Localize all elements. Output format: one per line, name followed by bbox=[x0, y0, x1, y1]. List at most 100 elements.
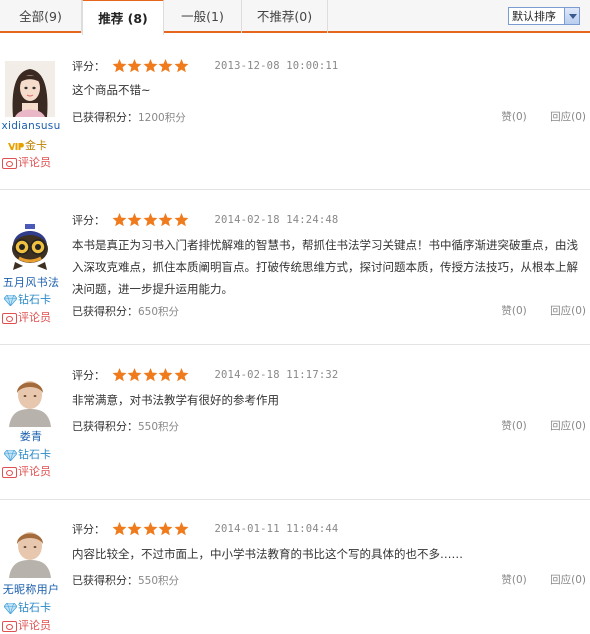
vip-gold-icon bbox=[8, 143, 24, 150]
tab-recommended-count: (8) bbox=[127, 11, 148, 26]
star-rating bbox=[112, 213, 190, 227]
tab-not-recommended-label: 不推荐 bbox=[256, 9, 295, 24]
points-label: 已获得积分： bbox=[72, 420, 138, 433]
reviewer-name[interactable]: xidiansusu bbox=[0, 120, 62, 132]
star-icon bbox=[112, 368, 126, 382]
default-avatar-icon[interactable] bbox=[5, 371, 55, 427]
like-button[interactable]: 赞(0) bbox=[501, 303, 526, 318]
rating-label: 评分： bbox=[72, 523, 105, 536]
tab-all[interactable]: 全部(9) bbox=[0, 0, 82, 33]
member-card-badge: 金卡 bbox=[8, 137, 64, 153]
review-text: 内容比较全，不过市面上，中小学书法教育的书比这个写的具体的也不多…… bbox=[72, 547, 463, 561]
review-actions: 赞(0) 回应(0) bbox=[501, 109, 586, 124]
reviewer-role-badge: 评论员 bbox=[2, 154, 60, 170]
points-value: 650积分 bbox=[138, 306, 180, 318]
rating-row: 评分： 2013-12-08 10:00:11 bbox=[72, 58, 338, 74]
star-rating bbox=[112, 59, 190, 73]
star-icon bbox=[174, 59, 188, 73]
star-icon bbox=[143, 213, 157, 227]
tab-average-label: 一般 bbox=[181, 9, 207, 24]
star-icon bbox=[112, 213, 126, 227]
review-item: 无昵称用户 钻石卡 评论员 评分： 2014-01-11 11:04:44 内容… bbox=[0, 500, 590, 634]
review-actions: 赞(0) 回应(0) bbox=[501, 303, 586, 318]
tab-not-recommended[interactable]: 不推荐(0) bbox=[242, 0, 328, 33]
diamond-icon bbox=[4, 602, 17, 614]
points-value: 550积分 bbox=[138, 421, 180, 433]
reviewer-badge-icon bbox=[2, 466, 17, 478]
points-value: 550积分 bbox=[138, 575, 180, 587]
girl-avatar-icon[interactable] bbox=[5, 61, 55, 117]
review-meta: 已获得积分：1200积分 赞(0) 回应(0) bbox=[72, 109, 586, 124]
like-button[interactable]: 赞(0) bbox=[501, 418, 526, 433]
review-date: 2014-02-18 14:24:48 bbox=[214, 214, 339, 226]
review-actions: 赞(0) 回应(0) bbox=[501, 572, 586, 587]
reviewer-role-badge: 评论员 bbox=[2, 309, 60, 325]
diamond-icon bbox=[4, 294, 17, 306]
tab-all-count: (9) bbox=[44, 9, 62, 24]
diamond-icon bbox=[4, 449, 17, 461]
like-button[interactable]: 赞(0) bbox=[501, 109, 526, 124]
reviewer-role-label: 评论员 bbox=[18, 156, 51, 169]
tab-average-count: (1) bbox=[206, 9, 224, 24]
review-date: 2014-01-11 11:04:44 bbox=[214, 523, 339, 535]
reviewer-badge-icon bbox=[2, 157, 17, 169]
reply-button[interactable]: 回应(0) bbox=[550, 418, 586, 433]
reviewer-role-label: 评论员 bbox=[18, 311, 51, 324]
reviewer-badge-icon bbox=[2, 312, 17, 324]
review-actions: 赞(0) 回应(0) bbox=[501, 418, 586, 433]
star-icon bbox=[158, 522, 173, 536]
review-date: 2014-02-18 11:17:32 bbox=[214, 369, 339, 381]
member-card-label: 金卡 bbox=[25, 139, 47, 152]
like-button[interactable]: 赞(0) bbox=[501, 572, 526, 587]
star-icon bbox=[127, 59, 142, 73]
review-item: 娄青 钻石卡 评论员 评分： 2014-02-18 11:17:32 非常满意，… bbox=[0, 345, 590, 500]
star-icon bbox=[112, 522, 126, 536]
reviewer-role-label: 评论员 bbox=[18, 619, 51, 632]
member-card-badge: 钻石卡 bbox=[4, 291, 60, 307]
sort-select[interactable]: 默认排序 bbox=[508, 7, 580, 25]
star-icon bbox=[174, 213, 188, 227]
tab-recommended[interactable]: 推荐 (8) bbox=[82, 0, 164, 35]
star-icon bbox=[143, 59, 157, 73]
review-meta: 已获得积分：650积分 赞(0) 回应(0) bbox=[72, 303, 586, 318]
review-text: 非常满意，对书法教学有很好的参考作用 bbox=[72, 393, 279, 407]
star-icon bbox=[143, 522, 157, 536]
points-label: 已获得积分： bbox=[72, 305, 138, 318]
tab-average[interactable]: 一般(1) bbox=[164, 0, 242, 33]
default-avatar-icon[interactable] bbox=[5, 522, 55, 578]
star-icon bbox=[158, 368, 173, 382]
reply-button[interactable]: 回应(0) bbox=[550, 303, 586, 318]
chevron-down-icon[interactable] bbox=[564, 8, 579, 24]
star-icon bbox=[127, 368, 142, 382]
review-date: 2013-12-08 10:00:11 bbox=[214, 60, 339, 72]
review-meta: 已获得积分：550积分 赞(0) 回应(0) bbox=[72, 418, 586, 433]
rating-row: 评分： 2014-01-11 11:04:44 bbox=[72, 521, 338, 537]
rating-label: 评分： bbox=[72, 214, 105, 227]
review-item: 五月风书法 钻石卡 评论员 评分： 2014-02-18 14:24:48 本书… bbox=[0, 190, 590, 345]
sort-select-value: 默认排序 bbox=[512, 10, 556, 23]
points-value: 1200积分 bbox=[138, 112, 186, 124]
review-item: xidiansusu 金卡 评论员 评分： 2013-12-08 10:00:1… bbox=[0, 35, 590, 190]
reviewer-role-label: 评论员 bbox=[18, 465, 51, 478]
tab-recommended-label: 推荐 bbox=[98, 11, 124, 26]
reviewer-name[interactable]: 五月风书法 bbox=[0, 274, 62, 290]
tab-all-label: 全部 bbox=[19, 9, 45, 24]
star-icon bbox=[127, 213, 142, 227]
star-icon bbox=[174, 368, 188, 382]
member-card-label: 钻石卡 bbox=[18, 293, 51, 306]
review-text: 这个商品不错~ bbox=[72, 83, 151, 97]
reviewer-name[interactable]: 娄青 bbox=[0, 428, 62, 444]
reply-button[interactable]: 回应(0) bbox=[550, 109, 586, 124]
review-text: 本书是真正为习书入门者排忧解难的智慧书，帮抓住书法学习关键点！书中循序渐进突破重… bbox=[72, 238, 578, 296]
star-icon bbox=[158, 213, 173, 227]
points-label: 已获得积分： bbox=[72, 111, 138, 124]
review-meta: 已获得积分：550积分 赞(0) 回应(0) bbox=[72, 572, 586, 587]
points-label: 已获得积分： bbox=[72, 574, 138, 587]
reviewer-name[interactable]: 无昵称用户 bbox=[0, 581, 62, 597]
tab-not-recommended-count: (0) bbox=[294, 9, 313, 24]
robot-avatar-icon[interactable] bbox=[5, 216, 55, 272]
reviewer-badge-icon bbox=[2, 620, 17, 632]
reply-button[interactable]: 回应(0) bbox=[550, 572, 586, 587]
star-icon bbox=[158, 59, 173, 73]
star-icon bbox=[127, 522, 142, 536]
